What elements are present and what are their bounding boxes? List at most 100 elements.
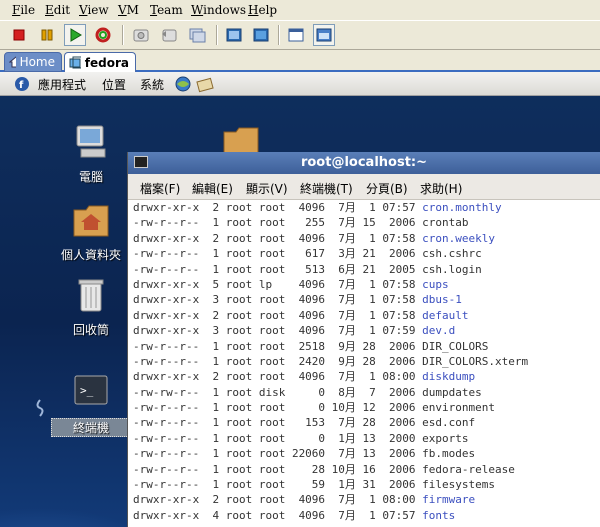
web-browser-icon[interactable] [174,75,194,93]
listing-attributes: -rw-r--r-- 1 root root 22060 7月 13 2006 [133,447,423,461]
terminal-menu-edit[interactable]: 編輯(E) [192,180,233,197]
system-menu[interactable]: 系統 [140,76,164,93]
applications-menu[interactable]: 應用程式 [38,76,86,93]
listing-attributes: -rw-r--r-- 1 root root 153 7月 28 2006 [133,416,423,430]
terminal-listing-row: drwxr-xr-x 3 root root 4096 7月 1 07:59 d… [133,323,600,338]
svg-text:>_: >_ [80,384,94,397]
desktop-icon-trash[interactable]: 回收筒 [51,275,131,338]
tab-home[interactable]: Home [4,52,62,72]
file-name: dumpdates [422,385,482,399]
menu-vm[interactable]: VM [118,3,139,17]
menu-view[interactable]: View [79,3,109,17]
listing-attributes: drwxr-xr-x 2 root root 4096 7月 1 08:00 [133,493,423,507]
terminal-listing-row: -rw-r--r-- 1 root root 513 6月 21 2005 cs… [133,262,600,277]
desktop-icon-label: 回收筒 [72,323,109,337]
terminal-menu-file[interactable]: 檔案(F) [140,180,180,197]
listing-attributes: drwxr-xr-x 5 root lp 4096 7月 1 07:58 [133,277,423,291]
listing-attributes: -rw-r--r-- 1 root root 28 10月 16 2006 [133,462,423,476]
fedora-swirl-icon [36,399,44,417]
directory-name: dev.d [422,324,456,338]
terminal-title-bar[interactable]: root@localhost:~ [128,152,600,174]
menu-help[interactable]: Help [248,3,277,17]
snapshot-manager-button[interactable] [186,24,208,46]
vmware-toolbar [0,20,600,50]
power-on-button[interactable] [64,24,86,46]
vmware-menu-bar: File Edit View VM Team Windows Help [0,0,600,20]
terminal-title: root@localhost:~ [300,155,428,170]
terminal-listing-row: drwxr-xr-x 2 root root 4096 7月 1 08:00 f… [133,492,600,507]
terminal-listing-row: drwxr-xr-x 3 root root 4096 7月 1 07:58 d… [133,292,600,307]
menu-team[interactable]: Team [150,3,183,17]
tab-fedora-label: fedora [84,55,129,70]
email-client-icon[interactable] [196,75,216,93]
listing-attributes: drwxr-xr-x 3 root root 4096 7月 1 07:58 [133,293,423,307]
terminal-menu-terminal[interactable]: 終端機(T) [300,180,353,197]
reset-icon [95,27,111,43]
terminal-listing-row: drwxr-xr-x 2 root root 4096 7月 1 07:57 c… [133,200,600,215]
listing-attributes: -rw-r--r-- 1 root root 255 7月 15 2006 [133,216,423,230]
terminal-menu-tabs[interactable]: 分頁(B) [366,180,408,197]
terminal-menu-help[interactable]: 求助(H) [420,180,462,197]
listing-attributes: -rw-r--r-- 1 root root 513 6月 21 2005 [133,262,423,276]
stop-button[interactable] [8,24,30,46]
file-name: environment [422,401,496,415]
quick-switch-button[interactable] [250,24,272,46]
menu-file[interactable]: File [12,3,35,17]
desktop-icon-terminal[interactable]: >_ 終端機 [51,372,131,437]
stop-icon [13,29,25,41]
file-name: fedora-release [422,462,515,476]
menu-windows[interactable]: Windows [191,3,246,17]
trash-icon [78,279,104,312]
toolbar-separator [278,25,280,45]
terminal-listing-row: -rw-r--r-- 1 root root 0 10月 12 2006 env… [133,400,600,415]
terminal-listing-row: drwxr-xr-x 5 root lp 4096 7月 1 07:58 cup… [133,277,600,292]
full-screen-icon [226,28,242,42]
tab-fedora[interactable]: fedora [64,52,136,72]
reset-button[interactable] [92,24,114,46]
console-view-button[interactable] [313,24,335,46]
terminal-listing-row: -rw-r--r-- 1 root root 2420 9月 28 2006 D… [133,354,600,369]
fedora-logo-icon: f [15,77,29,91]
directory-name: firmware [422,493,476,507]
console-view-icon [316,28,332,42]
listing-attributes: drwxr-xr-x 2 root root 4096 7月 1 07:58 [133,231,423,245]
menu-edit[interactable]: Edit [45,3,70,17]
summary-view-button[interactable] [285,24,307,46]
desktop-icon-computer[interactable]: 電腦 [51,122,131,185]
file-name: csh.cshrc [422,247,482,261]
terminal-listing-row: drwxr-xr-x 4 root root 4096 7月 1 07:57 f… [133,508,600,523]
terminal-listing-row: -rw-r--r-- 1 root root 2518 9月 28 2006 D… [133,339,600,354]
listing-attributes: -rw-r--r-- 1 root root 2518 9月 28 2006 [133,339,423,353]
vm-tab-strip: Home fedora [0,50,600,72]
terminal-menu-view[interactable]: 顯示(V) [246,180,288,197]
pause-button[interactable] [36,24,58,46]
guest-screen[interactable]: f 應用程式 位置 系統 電腦 個人資料夾 回收筒 >_ 終端機 root@lo… [0,72,600,527]
revert-snapshot-button[interactable] [158,24,180,46]
full-screen-button[interactable] [223,24,245,46]
snapshot-button[interactable] [130,24,152,46]
toolbar-separator [216,25,218,45]
svg-text:f: f [19,80,24,91]
terminal-listing-row: drwxr-xr-x 2 root root 4096 7月 1 08:00 d… [133,369,600,384]
terminal-output[interactable]: drwxr-xr-x 2 root root 4096 7月 1 07:57 c… [128,200,600,523]
file-name: DIR_COLORS.xterm [422,354,529,368]
listing-attributes: -rw-r--r-- 1 root root 0 10月 12 2006 [133,401,423,415]
desktop-icon-label: 電腦 [78,170,103,184]
listing-attributes: -rw-r--r-- 1 root root 617 3月 21 2006 [133,247,423,261]
directory-name: diskdump [422,370,476,384]
terminal-listing-row: -rw-r--r-- 1 root root 153 7月 28 2006 es… [133,415,600,430]
terminal-listing-row: -rw-r--r-- 1 root root 255 7月 15 2006 cr… [133,215,600,230]
gnome-top-panel: f 應用程式 位置 系統 [0,72,600,96]
terminal-window[interactable]: root@localhost:~ 檔案(F) 編輯(E) 顯示(V) 終端機(T… [127,152,600,527]
places-menu[interactable]: 位置 [102,76,126,93]
listing-attributes: drwxr-xr-x 2 root root 4096 7月 1 07:57 [133,201,423,214]
terminal-listing-row: drwxr-xr-x 2 root root 4096 7月 1 07:58 d… [133,308,600,323]
snapshot-icon [133,29,149,42]
revert-snapshot-icon [162,29,177,42]
directory-name: cron.monthly [422,201,502,214]
listing-attributes: -rw-rw-r-- 1 root disk 0 8月 7 2006 [133,385,423,399]
desktop-icon-home-folder[interactable]: 個人資料夾 [51,200,131,263]
directory-name: default [422,308,469,322]
file-name: filesystems [422,478,496,492]
listing-attributes: -rw-r--r-- 1 root root 0 1月 13 2000 [133,431,423,445]
